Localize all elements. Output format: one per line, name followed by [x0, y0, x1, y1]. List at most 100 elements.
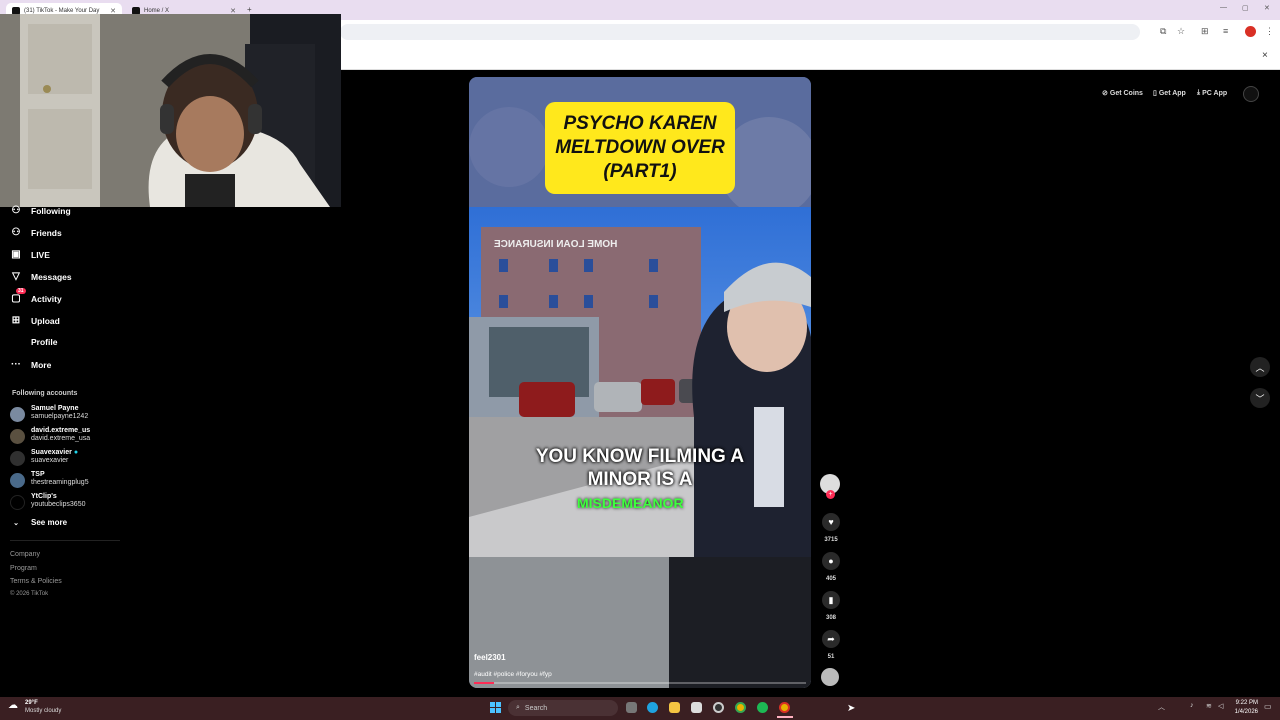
account-handle: suavexavier — [31, 457, 69, 464]
video-player[interactable]: PSYCHO KAREN MELTDOWN OVER (PART1) HOME … — [469, 77, 811, 688]
sidebar-item-more[interactable]: ··· More — [10, 359, 51, 370]
clock-date[interactable]: 1/4/2026 — [1232, 709, 1258, 715]
tab-title: (31) TikTok - Make Your Day — [24, 7, 100, 14]
maximize-button[interactable]: ▢ — [1242, 4, 1249, 12]
sidebar-item-label: Following — [31, 205, 71, 216]
file-explorer-icon[interactable] — [669, 702, 680, 713]
account-name: Samuel Payne — [31, 405, 79, 412]
pc-app-label: PC App — [1202, 89, 1228, 97]
footer-link-company[interactable]: Company — [10, 551, 40, 558]
comment-count: 405 — [825, 576, 836, 582]
kebab-menu-icon[interactable]: ⋮ — [1265, 26, 1274, 37]
building-sign: HOME LOAN INSURANCE — [494, 239, 618, 250]
share-button[interactable]: ➦ — [822, 630, 840, 648]
volume-icon[interactable]: ◁ — [1218, 702, 1223, 710]
obs-icon[interactable] — [713, 702, 724, 713]
store-icon[interactable] — [691, 702, 702, 713]
upload-icon: ⊞ — [11, 315, 21, 326]
sidebar-item-messages[interactable]: ▽ Messages — [10, 271, 72, 282]
close-infobar-button[interactable]: × — [1262, 50, 1268, 61]
new-tab-button[interactable]: + — [247, 5, 252, 14]
video-author[interactable]: feel2301 — [474, 653, 506, 662]
following-accounts-header: Following accounts — [12, 390, 78, 397]
caption-highlight: MISDEMEANOR — [577, 495, 684, 511]
like-button[interactable]: ♥ — [822, 513, 840, 531]
video-caption: YOU KNOW FILMING A MINOR IS A — [469, 445, 811, 491]
video-hashtags[interactable]: #audit #police #foryou #fyp — [474, 671, 552, 678]
activity-badge: 31 — [16, 288, 26, 294]
account-item[interactable]: Samuel Payne samuelpayne1242 — [10, 405, 88, 422]
wifi-icon[interactable]: ≋ — [1206, 702, 1212, 710]
copyright: © 2026 TikTok — [10, 591, 49, 597]
account-name-text: Suavexavier — [31, 449, 72, 456]
see-more-label: See more — [31, 518, 68, 527]
sidebar-item-friends[interactable]: ⚇ Friends — [10, 227, 62, 238]
clock-time[interactable]: 9:22 PM — [1232, 700, 1258, 706]
sidebar-item-live[interactable]: ▣ LIVE — [10, 249, 50, 260]
get-coins-label: Get Coins — [1109, 89, 1143, 97]
see-more-button[interactable]: ⌄ See more — [10, 518, 67, 527]
search-placeholder: Search — [524, 704, 548, 712]
chrome-active-icon[interactable] — [779, 702, 790, 713]
get-coins-button[interactable]: ⊘ Get Coins — [1102, 87, 1143, 99]
follow-plus-icon[interactable]: + — [826, 490, 835, 499]
sidebar-item-activity[interactable]: ▢ 31 Activity — [10, 288, 62, 304]
sidebar-item-following[interactable]: ⚇ Following — [10, 205, 71, 216]
sidebar-item-label: Messages — [31, 271, 72, 282]
account-item[interactable]: david.extreme_us david.extreme_usa — [10, 427, 90, 444]
search-icon: ⌕ — [516, 704, 520, 711]
weather-temp: 29°F — [25, 700, 38, 706]
sound-disc-icon[interactable] — [821, 668, 839, 686]
account-name: david.extreme_us — [31, 427, 91, 434]
live-icon: ▣ — [11, 249, 21, 260]
pc-app-button[interactable]: ⤓ PC App — [1197, 87, 1227, 99]
cast-icon[interactable]: ⧉ — [1160, 26, 1166, 37]
microphone-icon[interactable]: ♪ — [1190, 702, 1194, 709]
task-view-icon[interactable] — [626, 702, 637, 713]
menu-icon[interactable]: ≡ — [1223, 26, 1228, 36]
tab-title: Home / X — [144, 7, 170, 14]
account-handle: thestreamingplug5 — [31, 479, 89, 486]
avatar — [10, 451, 25, 466]
save-button[interactable]: ▮ — [822, 591, 840, 609]
get-app-button[interactable]: ▯ Get App — [1153, 87, 1186, 99]
comment-button[interactable]: ● — [822, 552, 840, 570]
sidebar-item-label: Activity — [31, 293, 62, 304]
address-bar[interactable] — [340, 24, 1140, 40]
footer-link-terms[interactable]: Terms & Policies — [10, 578, 62, 585]
user-avatar[interactable] — [1243, 86, 1259, 102]
verified-icon: ● — [73, 449, 79, 456]
notification-icon[interactable]: ▭ — [1264, 702, 1272, 711]
account-item[interactable]: Suavexavier ● suavexavier — [10, 449, 78, 466]
account-item[interactable]: YtClip's youtubeclips3650 — [10, 493, 86, 510]
following-icon: ⚇ — [11, 205, 21, 216]
activity-icon: ▢ 31 — [11, 288, 26, 304]
profile-avatar[interactable] — [1245, 26, 1256, 37]
friends-icon: ⚇ — [11, 227, 21, 238]
bookmark-star-icon[interactable]: ☆ — [1177, 26, 1185, 37]
progress-track[interactable] — [474, 682, 806, 684]
sidebar-item-profile[interactable]: Profile — [10, 337, 57, 347]
spotify-icon[interactable] — [757, 702, 768, 713]
chevron-down-icon: ⌄ — [13, 519, 19, 527]
taskbar-search[interactable]: ⌕ Search — [508, 700, 618, 716]
previous-video-button[interactable]: ︿ — [1250, 357, 1270, 377]
start-button[interactable] — [490, 702, 501, 713]
webcam-image — [0, 14, 341, 207]
account-handle: youtubeclips3650 — [31, 501, 86, 508]
edge-icon[interactable] — [647, 702, 658, 713]
sidebar-item-label: Upload — [31, 315, 60, 326]
extensions-icon[interactable]: ⊞ — [1201, 26, 1209, 37]
sidebar-item-upload[interactable]: ⊞ Upload — [10, 315, 60, 326]
chrome-icon[interactable] — [735, 702, 746, 713]
next-video-button[interactable]: ﹀ — [1250, 388, 1270, 408]
phone-icon: ▯ — [1153, 90, 1157, 97]
start-pane — [496, 708, 501, 713]
minimize-button[interactable]: — — [1220, 4, 1227, 11]
close-window-button[interactable]: ✕ — [1264, 4, 1270, 12]
sidebar-item-label: Profile — [31, 337, 58, 347]
account-item[interactable]: TSP thestreamingplug5 — [10, 471, 89, 488]
footer-link-program[interactable]: Program — [10, 565, 37, 572]
weather-icon[interactable]: ☁ — [8, 700, 18, 711]
tray-chevron-icon[interactable]: ︿ — [1158, 702, 1165, 712]
